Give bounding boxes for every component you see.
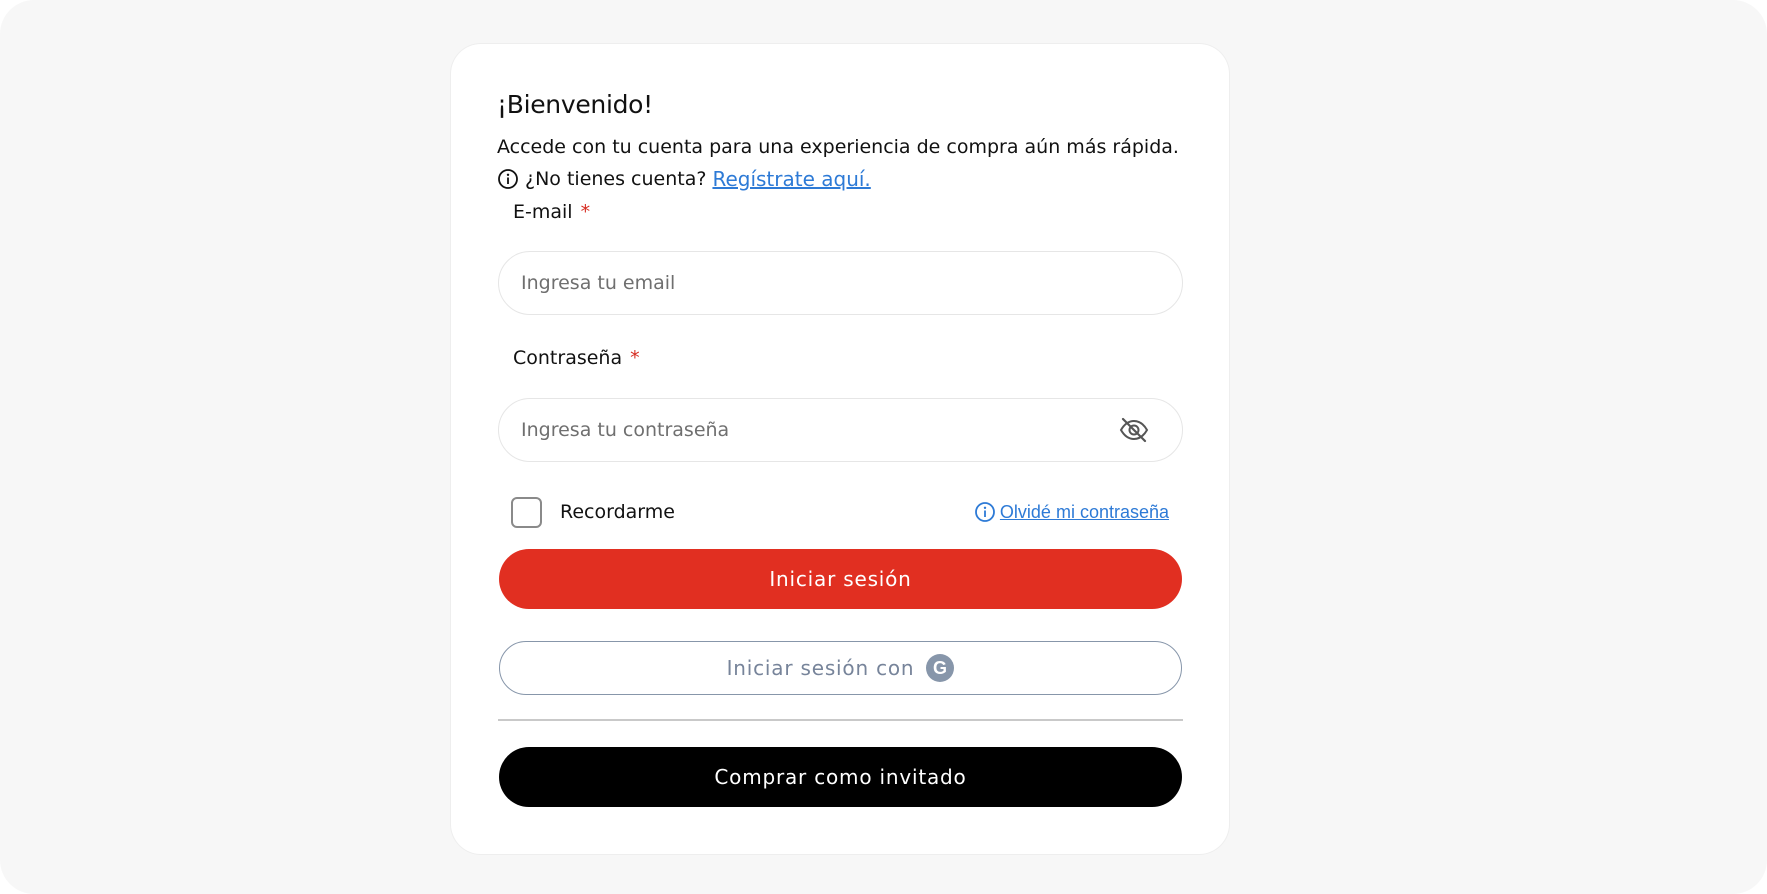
- welcome-subtitle: Accede con tu cuenta para una experienci…: [497, 136, 1179, 158]
- divider: [498, 719, 1183, 721]
- guest-checkout-button[interactable]: Comprar como invitado: [499, 747, 1182, 807]
- login-card: ¡Bienvenido! Accede con tu cuenta para u…: [451, 44, 1229, 854]
- register-row: ¿No tienes cuenta? Regístrate aquí.: [497, 164, 871, 194]
- password-label: Contraseña *: [513, 347, 640, 369]
- info-icon: [497, 168, 519, 190]
- google-login-button[interactable]: Iniciar sesión con G: [499, 641, 1182, 695]
- password-required-mark: *: [630, 347, 640, 369]
- guest-checkout-label: Comprar como invitado: [714, 765, 967, 789]
- register-link[interactable]: Regístrate aquí.: [712, 167, 870, 191]
- password-field-container: [498, 398, 1183, 462]
- email-field-container: [498, 251, 1183, 315]
- remember-label: Recordarme: [560, 501, 675, 523]
- info-icon: [974, 501, 996, 523]
- password-label-text: Contraseña: [513, 347, 623, 369]
- email-label: E-mail *: [513, 201, 590, 223]
- forgot-password-link[interactable]: Olvidé mi contraseña: [974, 498, 1169, 526]
- email-label-text: E-mail: [513, 201, 573, 223]
- email-field[interactable]: [521, 272, 1160, 294]
- google-icon: G: [926, 654, 955, 682]
- no-account-text: ¿No tienes cuenta?: [525, 168, 707, 190]
- welcome-title: ¡Bienvenido!: [497, 90, 653, 119]
- remember-checkbox[interactable]: [511, 496, 542, 528]
- remember-me-option[interactable]: Recordarme: [511, 496, 675, 528]
- eye-off-icon[interactable]: [1118, 416, 1150, 444]
- email-required-mark: *: [580, 201, 591, 223]
- login-button[interactable]: Iniciar sesión: [499, 549, 1182, 609]
- forgot-password-label: Olvidé mi contraseña: [999, 501, 1169, 522]
- google-login-label: Iniciar sesión con: [726, 656, 915, 680]
- password-field[interactable]: [521, 419, 1118, 441]
- login-button-label: Iniciar sesión: [769, 567, 912, 591]
